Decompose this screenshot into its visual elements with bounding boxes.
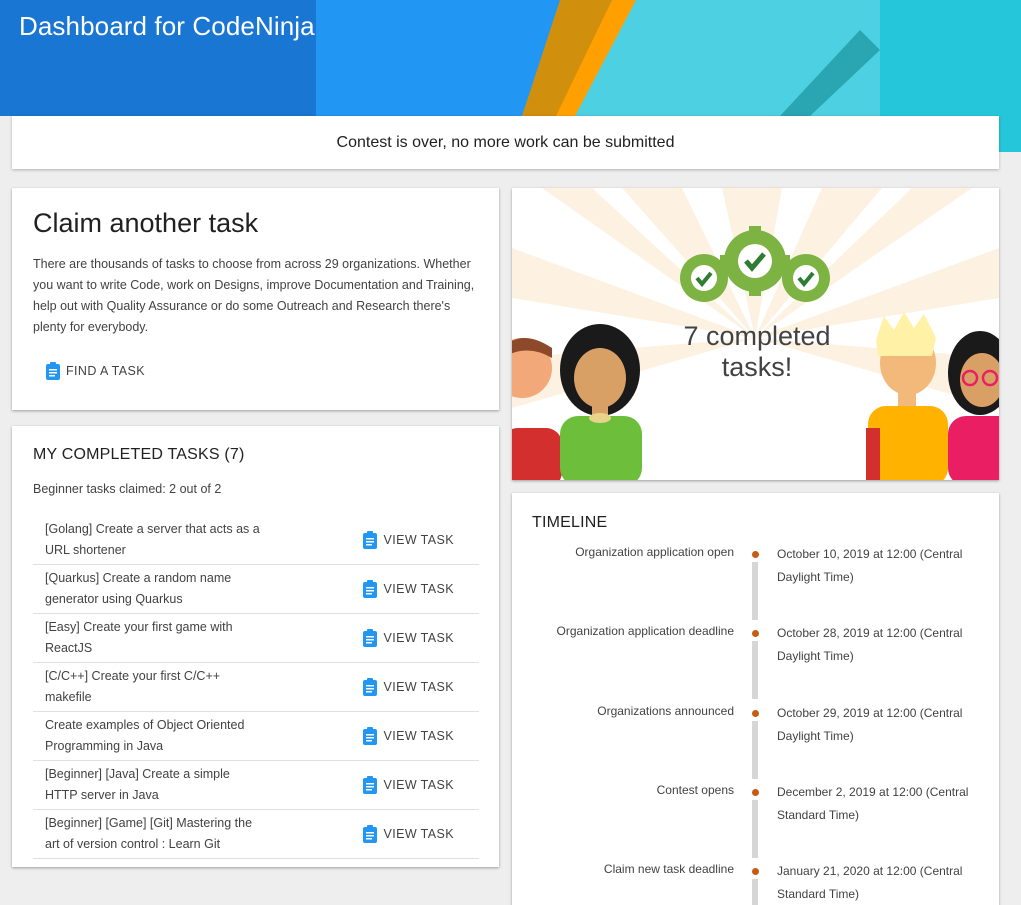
beginner-claimed-text: Beginner tasks claimed: 2 out of 2	[33, 482, 222, 496]
view-task-button[interactable]: VIEW TASK	[363, 629, 454, 647]
timeline-entry: Organization application deadline Octobe…	[512, 624, 999, 703]
view-task-button[interactable]: VIEW TASK	[363, 678, 454, 696]
table-row: [C/C++] Create your first C/C++ makefile…	[33, 663, 479, 712]
clipboard-icon	[363, 580, 378, 598]
view-task-button[interactable]: VIEW TASK	[363, 727, 454, 745]
timeline-event-name: Organization application open	[575, 545, 734, 559]
task-name: [Beginner] [Java] Create a simple HTTP s…	[45, 767, 230, 802]
task-list: [Golang] Create a server that acts as a …	[33, 516, 479, 859]
view-task-button[interactable]: VIEW TASK	[363, 531, 454, 549]
claim-task-card: Claim another task There are thousands o…	[12, 188, 499, 410]
timeline-event-date: January 21, 2020 at 12:00 (Central Stand…	[777, 864, 963, 901]
timeline-event-name: Organizations announced	[597, 704, 734, 718]
timeline-line	[752, 641, 758, 699]
view-task-button[interactable]: VIEW TASK	[363, 580, 454, 598]
timeline-line	[752, 562, 758, 620]
timeline-entry: Organization application open October 10…	[512, 545, 999, 624]
find-task-button[interactable]: FIND A TASK	[46, 362, 145, 380]
claim-description: There are thousands of tasks to choose f…	[33, 257, 475, 334]
contest-over-notice: Contest is over, no more work can be sub…	[12, 116, 999, 169]
timeline-dot	[752, 710, 759, 717]
view-task-label: VIEW TASK	[383, 533, 454, 547]
timeline-event-date: October 10, 2019 at 12:00 (Central Dayli…	[777, 547, 963, 584]
timeline-line	[752, 879, 758, 905]
timeline-dot	[752, 630, 759, 637]
view-task-button[interactable]: VIEW TASK	[363, 825, 454, 843]
timeline-event-date: December 2, 2019 at 12:00 (Central Stand…	[777, 785, 969, 822]
task-name: [Beginner] [Game] [Git] Mastering the ar…	[45, 816, 253, 851]
table-row: [Beginner] [Java] Create a simple HTTP s…	[33, 761, 479, 810]
clipboard-icon	[363, 629, 378, 647]
table-row: [Beginner] [Game] [Git] Mastering the ar…	[33, 810, 479, 859]
timeline-heading: TIMELINE	[532, 514, 608, 531]
completed-count-line2: tasks!	[721, 352, 793, 382]
timeline-event-name: Organization application deadline	[556, 624, 734, 638]
view-task-label: VIEW TASK	[383, 729, 454, 743]
task-name: [C/C++] Create your first C/C++ makefile	[45, 669, 221, 704]
timeline-card: TIMELINE Organization application open O…	[512, 493, 999, 905]
view-task-label: VIEW TASK	[383, 778, 454, 792]
table-row: [Golang] Create a server that acts as a …	[33, 516, 479, 565]
clipboard-icon	[363, 776, 378, 794]
clipboard-icon	[363, 825, 378, 843]
task-name: [Quarkus] Create a random name generator…	[45, 571, 232, 606]
timeline-line	[752, 800, 758, 858]
timeline-line	[752, 721, 758, 779]
task-name: [Golang] Create a server that acts as a …	[45, 522, 260, 557]
timeline-entry: Contest opens December 2, 2019 at 12:00 …	[512, 783, 999, 862]
timeline-dot	[752, 789, 759, 796]
view-task-label: VIEW TASK	[383, 631, 454, 645]
completed-count-text: 7 completed tasks!	[672, 321, 842, 383]
view-task-button[interactable]: VIEW TASK	[363, 776, 454, 794]
task-name: [Easy] Create your first game with React…	[45, 620, 233, 655]
timeline-entry: Claim new task deadline January 21, 2020…	[512, 862, 999, 905]
timeline-event-date: October 29, 2019 at 12:00 (Central Dayli…	[777, 706, 963, 743]
timeline-event-name: Contest opens	[656, 783, 734, 797]
view-task-label: VIEW TASK	[383, 680, 454, 694]
clipboard-icon	[363, 678, 378, 696]
clipboard-icon	[46, 362, 60, 380]
find-task-label: FIND A TASK	[66, 364, 145, 378]
table-row: [Easy] Create your first game with React…	[33, 614, 479, 663]
task-name: Create examples of Object Oriented Progr…	[45, 718, 245, 753]
timeline-entry: Organizations announced October 29, 2019…	[512, 704, 999, 783]
claim-heading: Claim another task	[33, 208, 259, 238]
clipboard-icon	[363, 727, 378, 745]
completed-illustration-card: 7 completed tasks!	[512, 188, 999, 480]
page-title: Dashboard for CodeNinja	[19, 11, 315, 41]
view-task-label: VIEW TASK	[383, 827, 454, 841]
table-row: Create examples of Object Oriented Progr…	[33, 712, 479, 761]
timeline-event-date: October 28, 2019 at 12:00 (Central Dayli…	[777, 626, 963, 663]
timeline-dot	[752, 868, 759, 875]
completed-heading: MY COMPLETED TASKS (7)	[33, 446, 245, 463]
timeline-event-name: Claim new task deadline	[603, 862, 734, 876]
clipboard-icon	[363, 531, 378, 549]
table-row: [Quarkus] Create a random name generator…	[33, 565, 479, 614]
completed-count-line1: 7 completed	[683, 321, 831, 351]
timeline-dot	[752, 551, 759, 558]
completed-tasks-card: MY COMPLETED TASKS (7) Beginner tasks cl…	[12, 426, 499, 867]
view-task-label: VIEW TASK	[383, 582, 454, 596]
